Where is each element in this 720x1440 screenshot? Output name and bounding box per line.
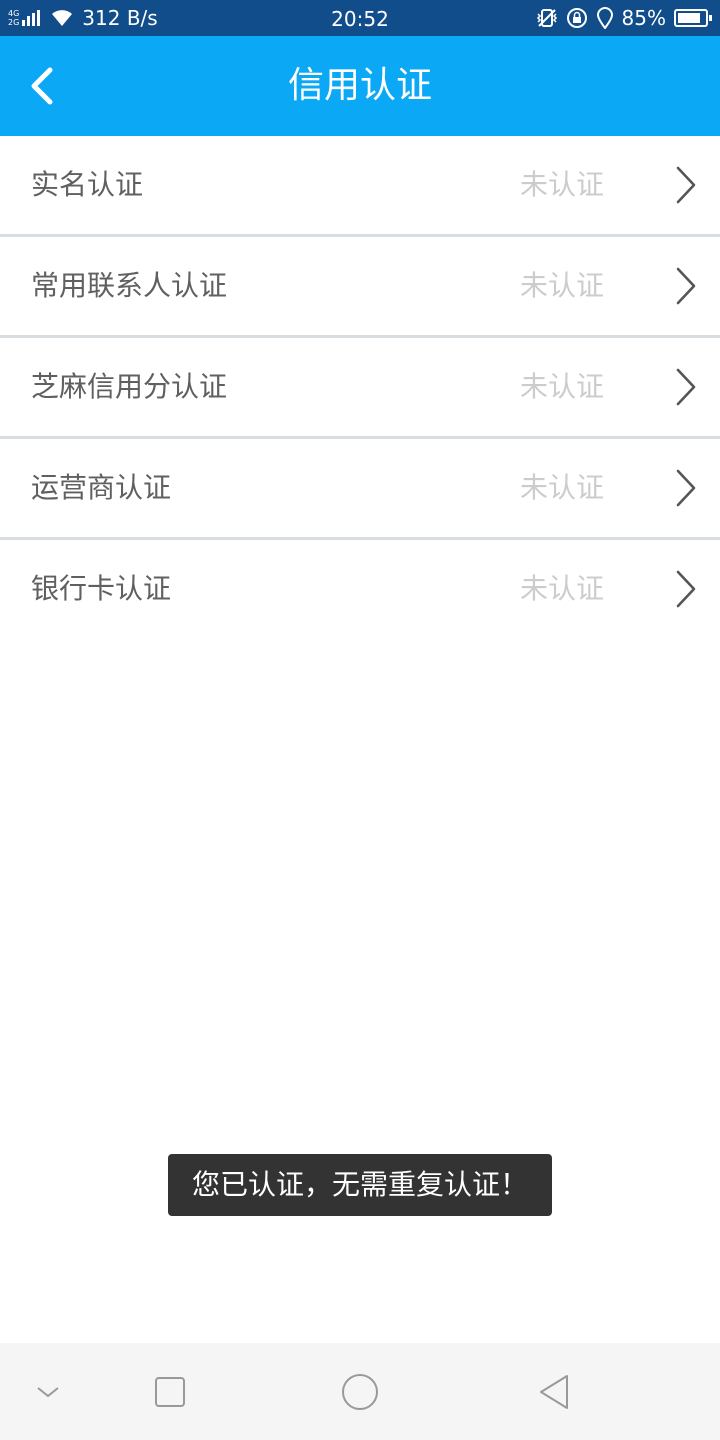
cert-item-status: 未认证 bbox=[519, 471, 604, 504]
cert-item-label: 运营商认证 bbox=[31, 471, 172, 504]
network-type-bottom: 2G bbox=[8, 18, 20, 27]
cert-item-label: 芝麻信用分认证 bbox=[31, 370, 228, 403]
back-button[interactable] bbox=[18, 61, 68, 111]
chevron-right-icon bbox=[676, 166, 696, 204]
battery-level bbox=[678, 13, 701, 23]
battery-icon bbox=[674, 9, 712, 27]
cert-item-contacts[interactable]: 常用联系人认证 未认证 bbox=[0, 237, 720, 338]
vibrate-icon bbox=[536, 8, 558, 28]
page-title: 信用认证 bbox=[287, 65, 432, 106]
network-type: 4G 2G bbox=[8, 9, 19, 27]
cert-list: 实名认证 未认证 常用联系人认证 未认证 芝麻信用分认证 未认证 运营商认证 未… bbox=[0, 136, 720, 641]
home-button[interactable] bbox=[336, 1343, 384, 1440]
collapse-button[interactable] bbox=[24, 1343, 72, 1440]
cert-item-bank-card[interactable]: 银行卡认证 未认证 bbox=[0, 540, 720, 641]
back-arrow-icon bbox=[31, 67, 53, 105]
toast-message: 您已认证，无需重复认证！ bbox=[168, 1154, 552, 1216]
battery-percent: 85% bbox=[621, 6, 666, 30]
recents-button[interactable] bbox=[146, 1343, 194, 1440]
recents-icon bbox=[155, 1376, 185, 1407]
status-right: 85% bbox=[528, 0, 712, 36]
cert-item-label: 银行卡认证 bbox=[31, 572, 172, 605]
nav-bar bbox=[0, 1343, 720, 1440]
status-bar: 4G 2G 312 B/s 20:52 85% bbox=[0, 0, 720, 36]
chevron-right-icon bbox=[676, 368, 696, 406]
cert-item-label: 实名认证 bbox=[31, 168, 144, 201]
status-left: 4G 2G 312 B/s bbox=[8, 0, 158, 36]
cert-item-carrier[interactable]: 运营商认证 未认证 bbox=[0, 439, 720, 540]
back-nav-button[interactable] bbox=[530, 1343, 578, 1440]
network-type-top: 4G bbox=[8, 9, 20, 18]
app-header: 信用认证 bbox=[0, 36, 720, 136]
cert-item-sesame-credit[interactable]: 芝麻信用分认证 未认证 bbox=[0, 338, 720, 439]
home-icon bbox=[342, 1373, 378, 1410]
chevron-right-icon bbox=[676, 570, 696, 608]
network-speed: 312 B/s bbox=[82, 6, 158, 30]
back-icon bbox=[540, 1374, 568, 1409]
cert-item-status: 未认证 bbox=[519, 572, 604, 605]
cert-item-status: 未认证 bbox=[519, 168, 604, 201]
chevron-right-icon bbox=[676, 469, 696, 507]
wifi-icon bbox=[50, 9, 74, 27]
chevron-right-icon bbox=[676, 267, 696, 305]
signal-icon bbox=[22, 10, 42, 26]
location-icon bbox=[596, 7, 614, 29]
cert-item-status: 未认证 bbox=[519, 370, 604, 403]
cert-item-real-name[interactable]: 实名认证 未认证 bbox=[0, 136, 720, 237]
collapse-icon bbox=[37, 1386, 59, 1397]
cert-item-label: 常用联系人认证 bbox=[31, 269, 228, 302]
cert-item-status: 未认证 bbox=[519, 269, 604, 302]
rotation-lock-icon bbox=[566, 7, 588, 29]
